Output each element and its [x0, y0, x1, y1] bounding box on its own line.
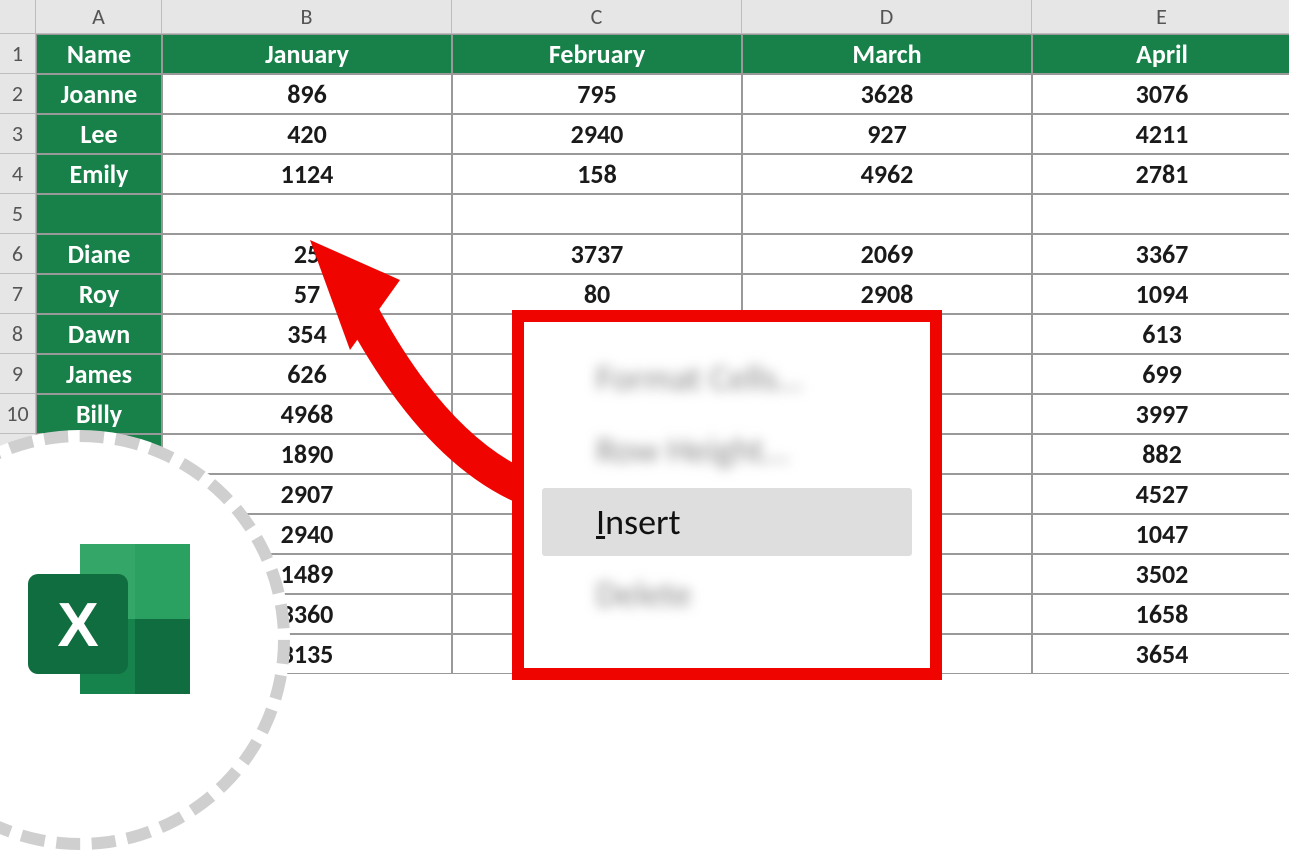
excel-logo-icon: X — [20, 534, 210, 704]
data-cell[interactable]: 1658 — [1032, 594, 1289, 634]
data-cell[interactable]: 1047 — [1032, 514, 1289, 554]
svg-text:X: X — [57, 591, 98, 660]
row-header-3[interactable]: 3 — [0, 114, 36, 154]
header-february[interactable]: February — [452, 34, 742, 74]
name-cell[interactable]: Lee — [36, 114, 162, 154]
inserted-row-cell[interactable] — [162, 194, 452, 234]
data-cell[interactable]: 3076 — [1032, 74, 1289, 114]
data-cell[interactable]: 158 — [452, 154, 742, 194]
row-header-5[interactable]: 5 — [0, 194, 36, 234]
menu-item-insert-label: nsert — [605, 500, 681, 544]
data-cell[interactable]: 2908 — [742, 274, 1032, 314]
row-header-6[interactable]: 6 — [0, 234, 36, 274]
name-cell[interactable]: Roy — [36, 274, 162, 314]
col-header-C[interactable]: C — [452, 0, 742, 34]
row-header-4[interactable]: 4 — [0, 154, 36, 194]
data-cell[interactable]: 2781 — [1032, 154, 1289, 194]
name-cell[interactable]: James — [36, 354, 162, 394]
row-header-2[interactable]: 2 — [0, 74, 36, 114]
header-january[interactable]: January — [162, 34, 452, 74]
data-cell[interactable]: 699 — [1032, 354, 1289, 394]
data-cell[interactable]: 3367 — [1032, 234, 1289, 274]
row-header-10[interactable]: 10 — [0, 394, 36, 434]
data-cell[interactable]: 4962 — [742, 154, 1032, 194]
name-cell[interactable]: Dawn — [36, 314, 162, 354]
context-menu-callout: Format Cells… Row Height… Insert Delete — [512, 310, 942, 680]
row-header-1[interactable]: 1 — [0, 34, 36, 74]
name-cell[interactable]: Joanne — [36, 74, 162, 114]
menu-item-row-height[interactable]: Row Height… — [542, 416, 912, 484]
row-header-9[interactable]: 9 — [0, 354, 36, 394]
data-cell[interactable]: 2940 — [452, 114, 742, 154]
row-header-8[interactable]: 8 — [0, 314, 36, 354]
data-cell[interactable]: 896 — [162, 74, 452, 114]
col-header-E[interactable]: E — [1032, 0, 1289, 34]
menu-item-delete[interactable]: Delete — [542, 560, 912, 628]
menu-item-format-cells[interactable]: Format Cells… — [542, 344, 912, 412]
data-cell[interactable]: 927 — [742, 114, 1032, 154]
inserted-row-cell[interactable] — [452, 194, 742, 234]
data-cell[interactable]: 2069 — [742, 234, 1032, 274]
header-march[interactable]: March — [742, 34, 1032, 74]
data-cell[interactable]: 4527 — [1032, 474, 1289, 514]
name-cell[interactable]: Billy — [36, 394, 162, 434]
menu-item-insert[interactable]: Insert — [542, 488, 912, 556]
data-cell[interactable]: 795 — [452, 74, 742, 114]
menu-item-insert-hotkey: I — [596, 500, 605, 544]
data-cell[interactable]: 1124 — [162, 154, 452, 194]
data-cell[interactable]: 3997 — [1032, 394, 1289, 434]
row-header-7[interactable]: 7 — [0, 274, 36, 314]
header-april[interactable]: April — [1032, 34, 1289, 74]
inserted-row-cell[interactable] — [742, 194, 1032, 234]
data-cell[interactable]: 420 — [162, 114, 452, 154]
data-cell[interactable]: 882 — [1032, 434, 1289, 474]
header-name[interactable]: Name — [36, 34, 162, 74]
data-cell[interactable]: 613 — [1032, 314, 1289, 354]
name-cell[interactable]: Diane — [36, 234, 162, 274]
col-header-B[interactable]: B — [162, 0, 452, 34]
data-cell[interactable]: 1094 — [1032, 274, 1289, 314]
name-cell[interactable]: Emily — [36, 154, 162, 194]
data-cell[interactable]: 3628 — [742, 74, 1032, 114]
inserted-row-name-cell[interactable] — [36, 194, 162, 234]
col-header-A[interactable]: A — [36, 0, 162, 34]
col-header-D[interactable]: D — [742, 0, 1032, 34]
data-cell[interactable]: 4211 — [1032, 114, 1289, 154]
data-cell[interactable]: 3654 — [1032, 634, 1289, 674]
inserted-row-cell[interactable] — [1032, 194, 1289, 234]
data-cell[interactable]: 3502 — [1032, 554, 1289, 594]
select-all-corner[interactable] — [0, 0, 36, 34]
